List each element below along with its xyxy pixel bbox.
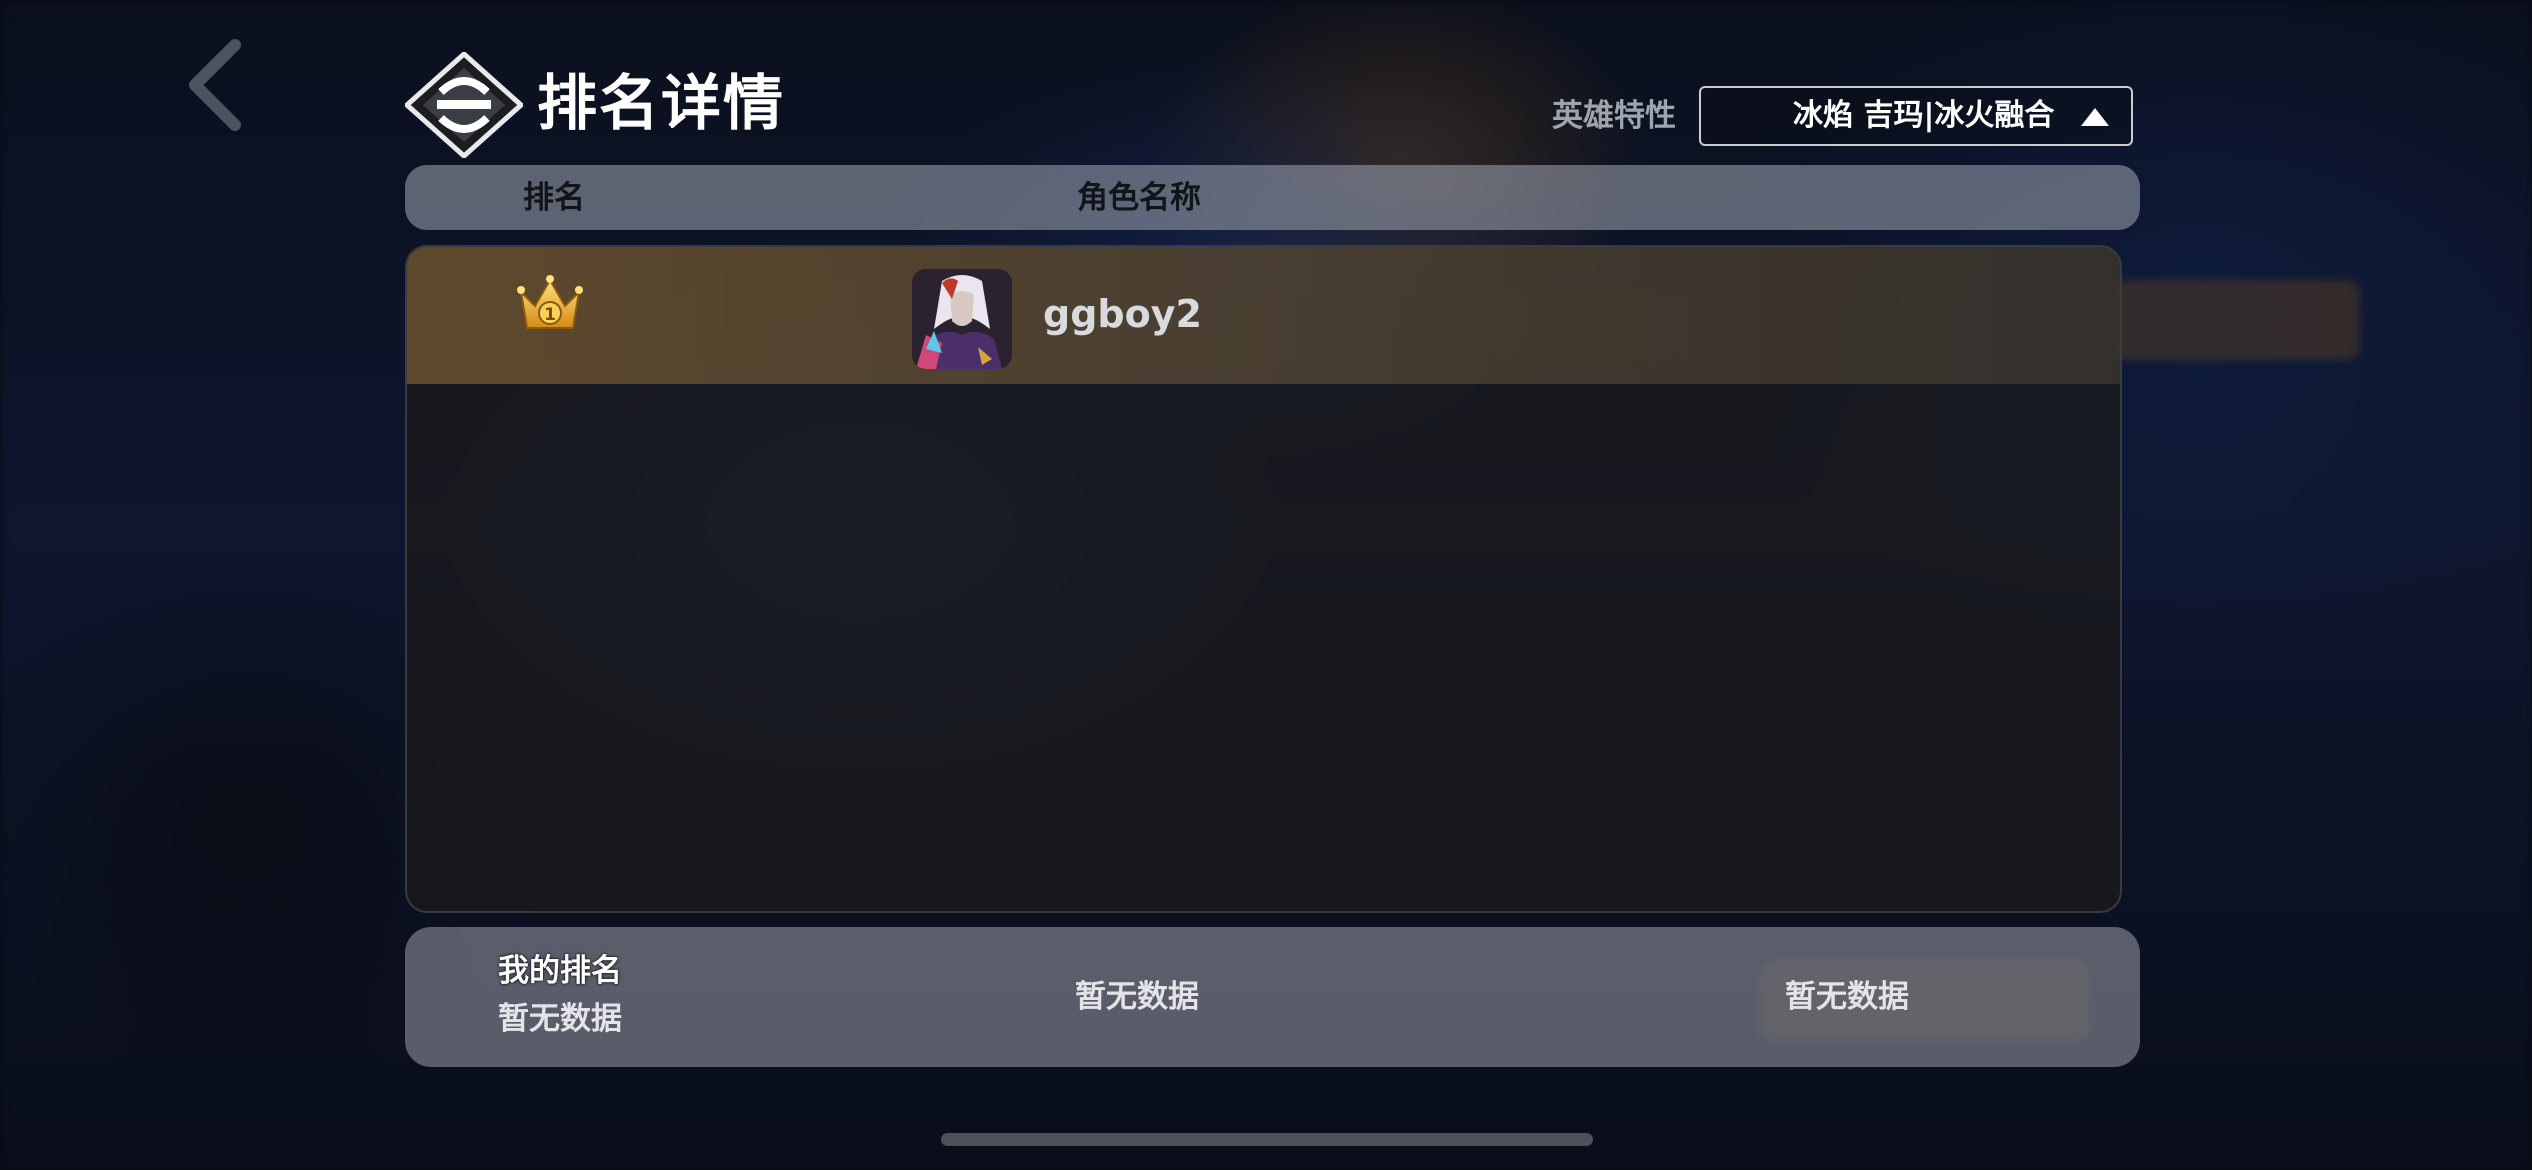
player-name: ggboy2: [1043, 292, 1202, 336]
ranking-emblem-icon: [403, 50, 525, 160]
page-title: 排名详情: [537, 69, 785, 139]
hero-trait-label: 英雄特性: [1552, 98, 1676, 134]
home-indicator[interactable]: [941, 1133, 1593, 1146]
triangle-up-icon: [2081, 108, 2109, 126]
column-name: 角色名称: [1077, 180, 1201, 216]
hero-trait-dropdown[interactable]: 冰焰 吉玛|冰火融合: [1699, 86, 2133, 146]
hero-trait-selected: 冰焰 吉玛|冰火融合: [1793, 98, 2055, 133]
avatar: [912, 269, 1012, 369]
my-score-value: 暂无数据: [1785, 979, 1909, 1015]
column-rank: 排名: [523, 180, 585, 216]
my-rank-label: 我的排名: [498, 953, 622, 989]
my-rank-bar: 我的排名 暂无数据 暂无数据 暂无数据: [405, 927, 2140, 1067]
ranking-list[interactable]: 1 ggboy2: [405, 245, 2122, 913]
rank-number: 1: [544, 305, 556, 325]
character-avatar-icon: [912, 269, 1012, 369]
table-row[interactable]: 1 ggboy2: [407, 247, 2120, 384]
chevron-left-icon: [189, 39, 241, 131]
my-rank-value: 暂无数据: [498, 1001, 622, 1037]
back-button[interactable]: [180, 35, 250, 135]
my-name-value: 暂无数据: [1075, 979, 1199, 1015]
ranking-table-header: 排名 角色名称: [405, 165, 2140, 230]
crown-icon: 1: [517, 274, 583, 334]
